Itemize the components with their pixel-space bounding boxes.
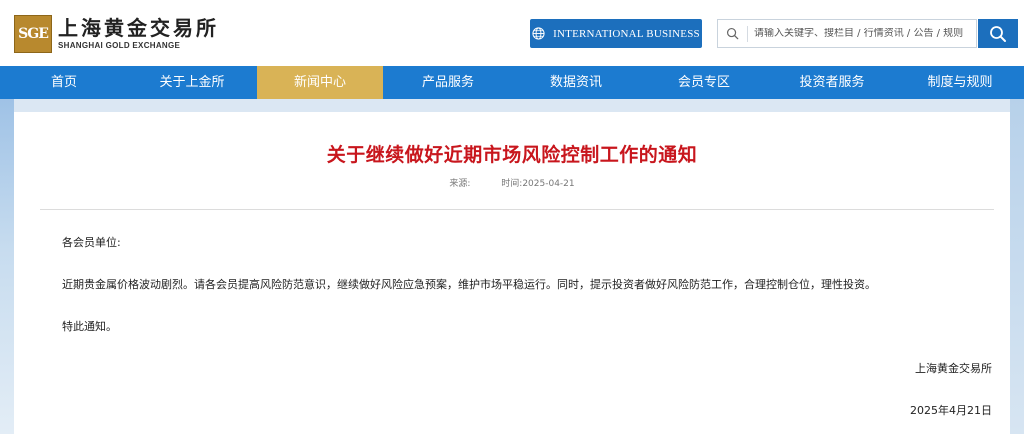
site-logo[interactable]: SGE 上海黄金交易所 SHANGHAI GOLD EXCHANGE xyxy=(14,13,219,55)
nav-item-rules[interactable]: 制度与规则 xyxy=(897,66,1023,99)
nav-item-news-center[interactable]: 新闻中心 xyxy=(257,66,383,99)
international-business-label: INTERNATIONAL BUSINESS xyxy=(553,27,700,40)
search-box xyxy=(717,19,977,48)
nav-item-home[interactable]: 首页 xyxy=(1,66,127,99)
article-signature: 上海黄金交易所 xyxy=(915,362,992,375)
article-greeting: 各会员单位: xyxy=(62,236,121,249)
title-divider xyxy=(40,209,994,210)
nav-item-investor-services[interactable]: 投资者服务 xyxy=(769,66,895,99)
logo-english-name: SHANGHAI GOLD EXCHANGE xyxy=(58,41,181,50)
globe-icon xyxy=(532,27,545,40)
article-date: 2025年4月21日 xyxy=(910,404,992,417)
search-input[interactable] xyxy=(754,28,969,39)
background-left xyxy=(0,99,14,434)
article-meta: 来源: 时间:2025-04-21 xyxy=(14,176,1010,189)
search-icon xyxy=(989,25,1007,43)
article-title: 关于继续做好近期市场风险控制工作的通知 xyxy=(326,144,698,166)
article-body: 近期贵金属价格波动剧烈。请各会员提高风险防范意识，继续做好风险应急预案，维护市场… xyxy=(62,278,876,291)
nav-item-products[interactable]: 产品服务 xyxy=(385,66,511,99)
sge-logo-mark: SGE xyxy=(14,15,52,53)
site-header: SGE 上海黄金交易所 SHANGHAI GOLD EXCHANGE INTER… xyxy=(0,0,1024,66)
search-field-icon xyxy=(726,27,739,40)
logo-chinese-name: 上海黄金交易所 xyxy=(58,16,219,40)
search-separator xyxy=(747,25,748,42)
nav-item-data[interactable]: 数据资讯 xyxy=(513,66,639,99)
search-button[interactable] xyxy=(978,19,1018,48)
nav-item-members[interactable]: 会员专区 xyxy=(641,66,767,99)
article-closing: 特此通知。 xyxy=(62,320,117,333)
nav-item-about[interactable]: 关于上金所 xyxy=(129,66,255,99)
international-business-button[interactable]: INTERNATIONAL BUSINESS xyxy=(530,19,702,48)
logo-text: 上海黄金交易所 SHANGHAI GOLD EXCHANGE xyxy=(58,17,219,51)
article-panel: 关于继续做好近期市场风险控制工作的通知 来源: 时间:2025-04-21 各会… xyxy=(14,112,1010,434)
background-right xyxy=(1010,99,1024,434)
article-source: 来源: xyxy=(449,179,471,189)
article-time: 时间:2025-04-21 xyxy=(501,179,575,189)
main-nav: 首页 关于上金所 新闻中心 产品服务 数据资讯 会员专区 投资者服务 制度与规则 xyxy=(0,66,1024,99)
